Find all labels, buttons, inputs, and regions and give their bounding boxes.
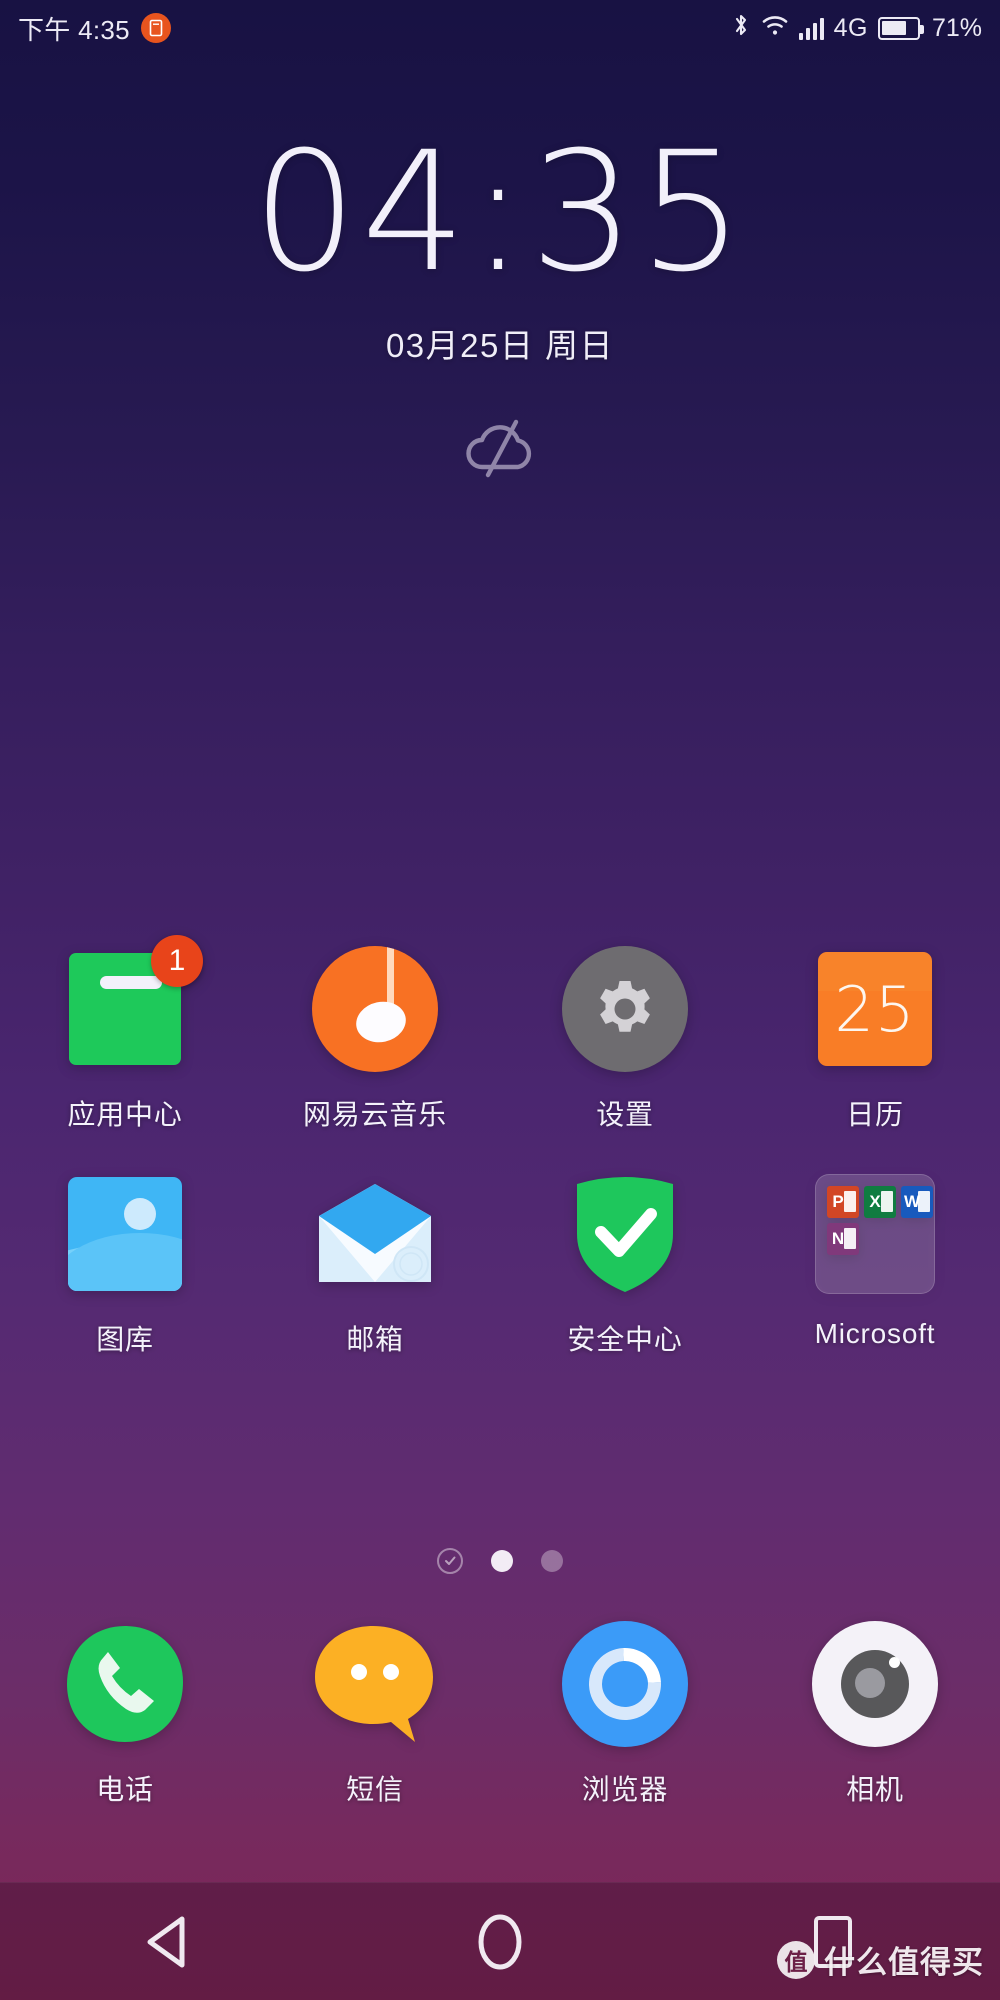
app-folder-microsoft[interactable]: P X W N Microsoft xyxy=(750,1170,1000,1358)
home-circle-icon[interactable] xyxy=(425,1883,575,2000)
calendar-icon[interactable]: 25 xyxy=(811,945,939,1073)
app-label: 短信 xyxy=(346,1774,404,1805)
page-indicator[interactable] xyxy=(0,1548,1000,1574)
folder-app-excel: X xyxy=(864,1186,896,1218)
app-icon-calendar[interactable]: 25 日历 xyxy=(750,945,1000,1133)
app-label: 日历 xyxy=(846,1099,904,1130)
watermark-text: 什么值得买 xyxy=(824,1945,984,1980)
dock-icon-camera[interactable]: 相机 xyxy=(750,1620,1000,1808)
folder-preview-grid: P X W N xyxy=(815,1174,935,1294)
notification-badge: 1 xyxy=(151,935,203,987)
phone-home-screen: 下午 4:35 4G 71% 04:35 03月25日 周日 1 应用中心 网易… xyxy=(0,0,1000,2000)
dock-icon-sms[interactable]: 短信 xyxy=(250,1620,500,1808)
microsoft-folder-icon[interactable]: P X W N xyxy=(811,1170,939,1298)
battery-percent-label: 71% xyxy=(931,13,982,42)
app-label: 浏览器 xyxy=(581,1774,669,1805)
page-dot-inactive[interactable] xyxy=(541,1550,563,1572)
status-bar: 下午 4:35 4G 71% xyxy=(0,0,1000,56)
app-label: 电话 xyxy=(96,1774,154,1805)
battery-icon xyxy=(877,16,924,40)
folder-app-onenote: N xyxy=(827,1223,859,1255)
app-icon-app-center[interactable]: 1 应用中心 xyxy=(0,935,250,1133)
app-label: 设置 xyxy=(596,1099,654,1130)
back-triangle-icon[interactable] xyxy=(92,1883,242,2000)
clock-widget[interactable]: 04:35 03月25日 周日 xyxy=(0,120,1000,484)
cellular-signal-icon xyxy=(798,16,824,40)
wifi-icon xyxy=(761,13,789,44)
folder-app-powerpoint: P xyxy=(827,1186,859,1218)
office-letter: N xyxy=(831,1229,845,1248)
app-icon-security-center[interactable]: 安全中心 xyxy=(500,1170,750,1358)
camera-lens-icon[interactable] xyxy=(811,1620,939,1748)
office-letter: X xyxy=(869,1192,881,1211)
folder-app-word: W xyxy=(901,1186,933,1218)
app-icon-gallery[interactable]: 图库 xyxy=(0,1170,250,1358)
netease-cloud-music-icon[interactable] xyxy=(311,945,439,1073)
screenshot-notification-icon[interactable] xyxy=(140,13,171,43)
app-label: 安全中心 xyxy=(567,1324,683,1355)
app-label: 邮箱 xyxy=(346,1324,404,1355)
calendar-day-number: 25 xyxy=(834,972,916,1046)
office-letter: P xyxy=(832,1192,844,1211)
network-type-label: 4G xyxy=(833,13,868,42)
home-app-row-2: 图库 邮箱 安全中心 P X W N Microsoft xyxy=(0,1170,1000,1358)
status-bar-left: 下午 4:35 xyxy=(18,10,171,47)
app-icon-email[interactable]: 邮箱 xyxy=(250,1170,500,1358)
status-bar-right: 4G 71% xyxy=(731,11,982,46)
status-bar-clock: 下午 4:35 xyxy=(18,14,130,45)
phone-handset-icon[interactable] xyxy=(61,1620,189,1748)
app-icon-settings[interactable]: 设置 xyxy=(500,945,750,1133)
app-label: 应用中心 xyxy=(67,1099,183,1130)
page-dot-check[interactable] xyxy=(437,1548,463,1574)
watermark-smzdm: 值 什么值得买 xyxy=(777,1937,984,1982)
dock-icon-phone[interactable]: 电话 xyxy=(0,1620,250,1808)
app-label: 网易云音乐 xyxy=(302,1099,447,1130)
app-icon-netease-music[interactable]: 网易云音乐 xyxy=(250,945,500,1133)
settings-gear-icon[interactable] xyxy=(561,945,689,1073)
clock-time: 04:35 xyxy=(252,116,748,308)
clock-date: 03月25日 周日 xyxy=(385,326,615,364)
watermark-logo: 值 xyxy=(777,1940,815,1979)
app-center-icon[interactable]: 1 xyxy=(61,935,203,1073)
cloud-slash-no-data-icon[interactable] xyxy=(458,413,542,484)
sms-bubble-icon[interactable] xyxy=(311,1620,439,1748)
app-label: 图库 xyxy=(96,1324,154,1355)
app-label: Microsoft xyxy=(814,1318,936,1349)
security-shield-icon[interactable] xyxy=(561,1170,689,1298)
browser-ring-icon[interactable] xyxy=(561,1620,689,1748)
bluetooth-icon xyxy=(731,11,751,46)
office-letter: W xyxy=(903,1192,921,1211)
gallery-icon[interactable] xyxy=(61,1170,189,1298)
email-envelope-icon[interactable] xyxy=(311,1170,439,1298)
dock-icon-browser[interactable]: 浏览器 xyxy=(500,1620,750,1808)
home-app-row-1: 1 应用中心 网易云音乐 设置 25 日历 xyxy=(0,935,1000,1133)
dock-row: 电话 短信 浏览器 相机 xyxy=(0,1620,1000,1808)
app-label: 相机 xyxy=(846,1774,904,1805)
page-dot-active[interactable] xyxy=(491,1550,513,1572)
